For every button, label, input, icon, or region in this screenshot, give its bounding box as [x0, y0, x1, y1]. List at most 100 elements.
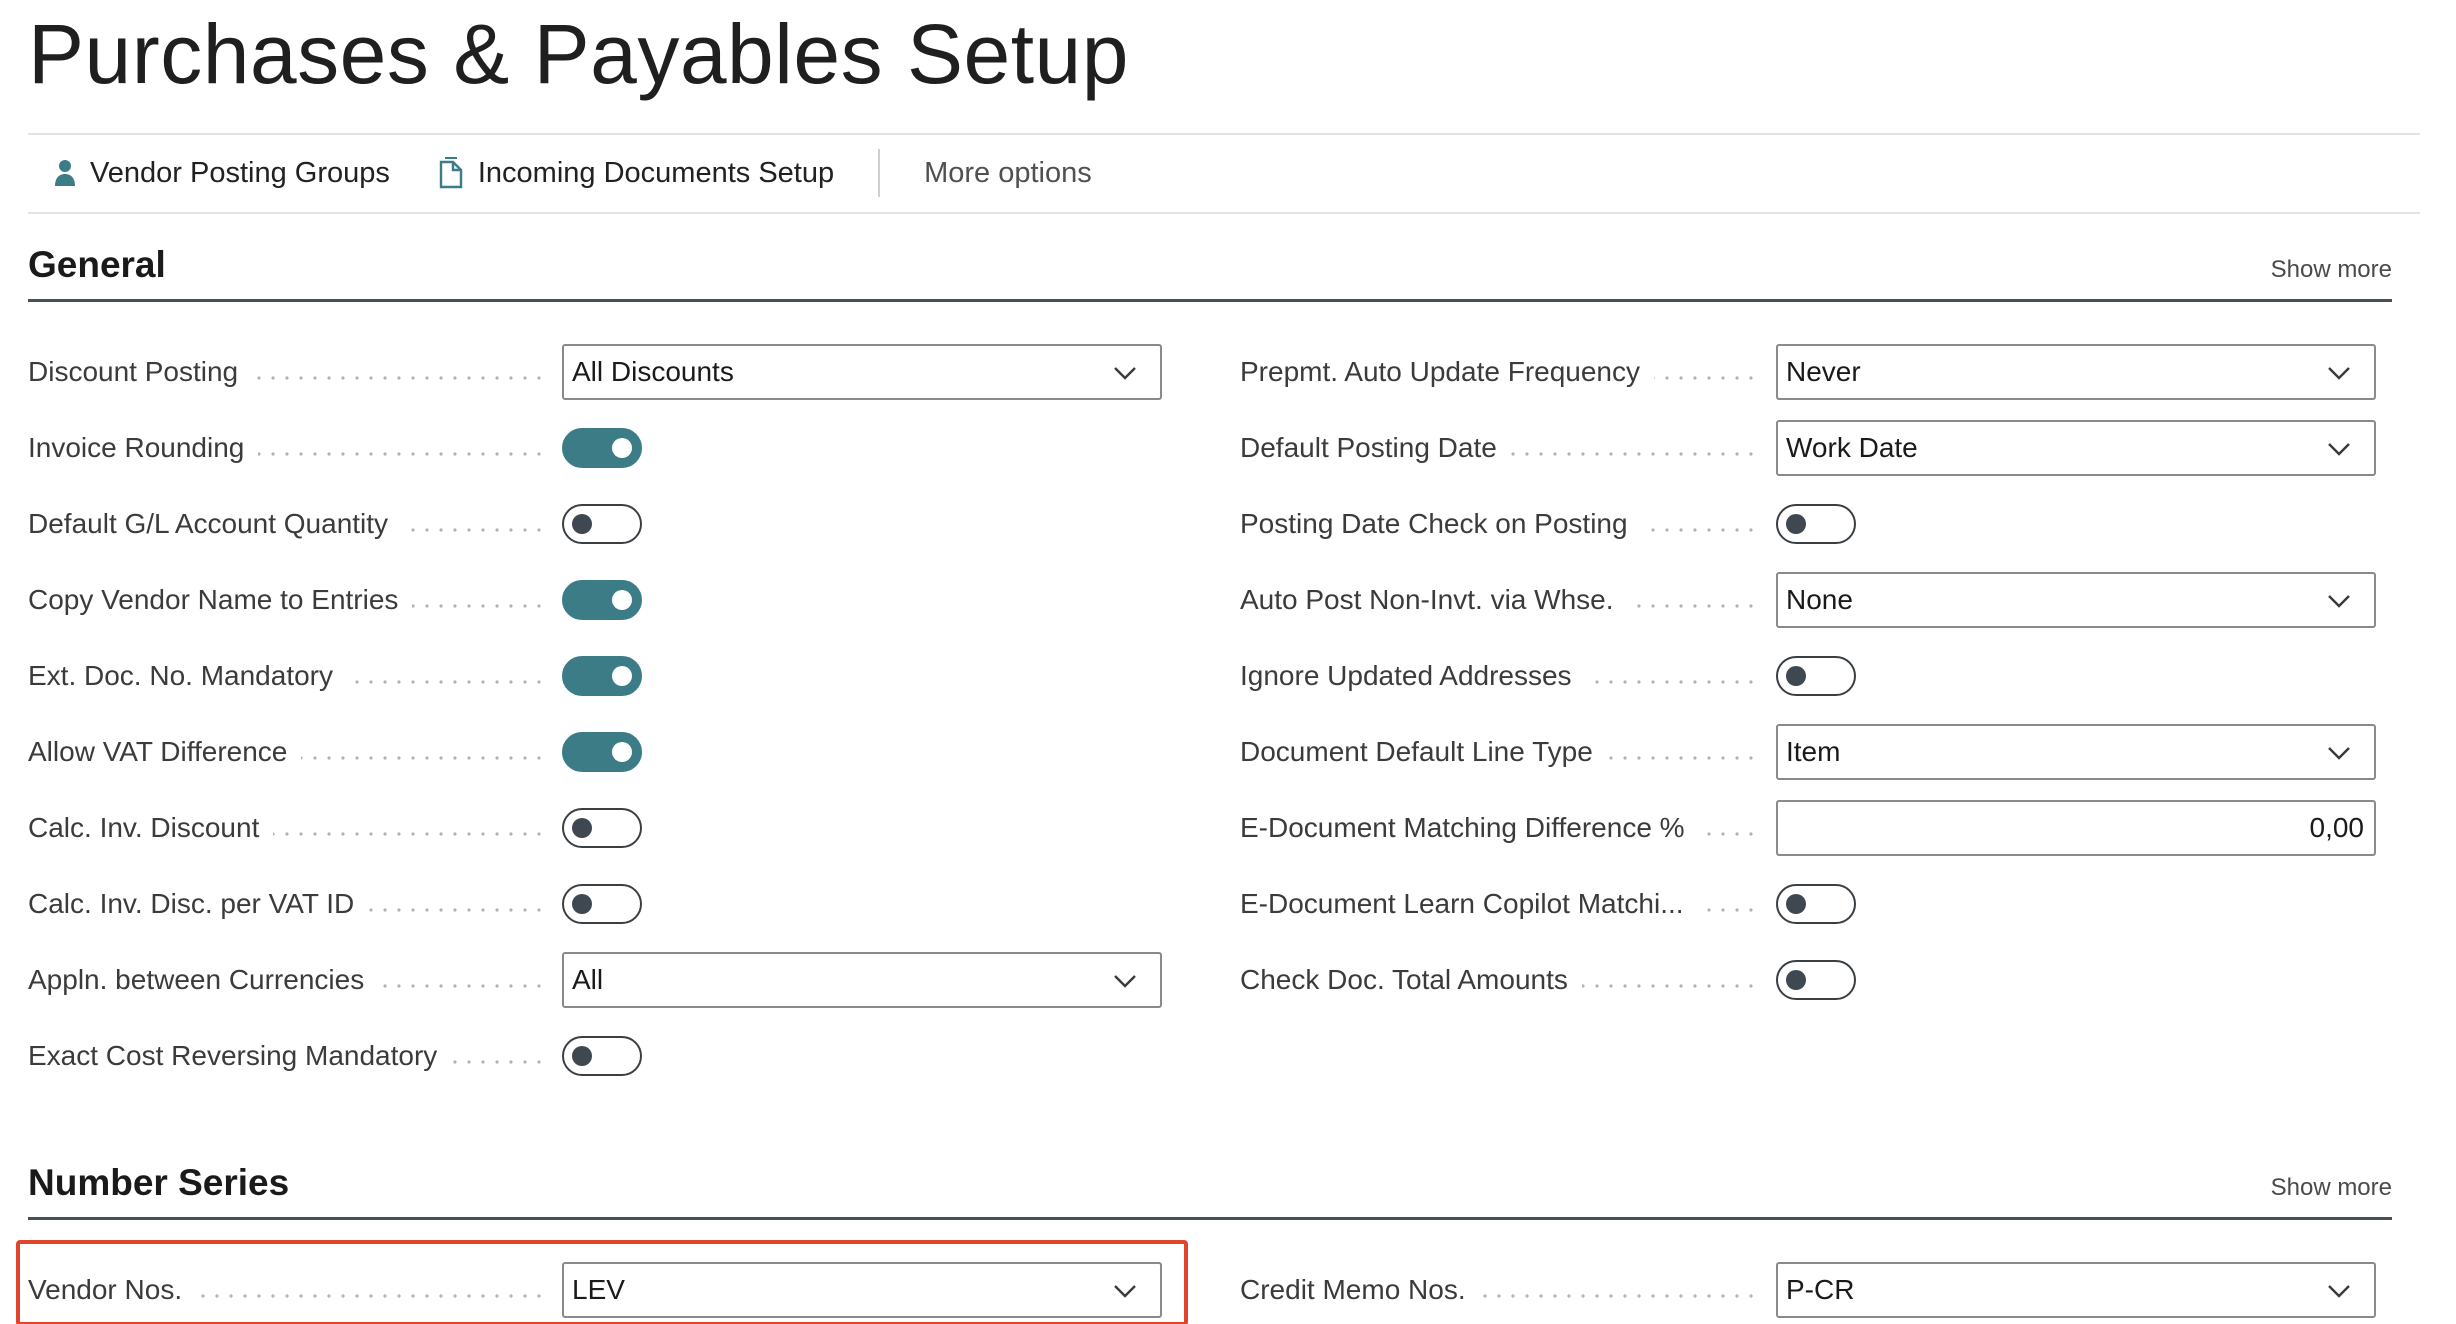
- field-label-discount-posting: Discount Posting: [28, 344, 253, 400]
- field-ignore-updated-addresses: Ignore Updated Addresses: [1240, 648, 2376, 704]
- default-posting-date-select[interactable]: Work Date: [1776, 420, 2376, 476]
- document-icon: [438, 157, 464, 189]
- field-label-e-document-matching-difference: E-Document Matching Difference %: [1240, 800, 1699, 856]
- field-discount-posting: Discount Posting All Discounts: [28, 344, 1162, 400]
- field-label-text: Ignore Updated Addresses: [1240, 660, 1586, 692]
- action-separator: [878, 149, 881, 197]
- posting-date-check-on-posting-toggle[interactable]: [1776, 504, 1856, 544]
- field-label-text: Copy Vendor Name to Entries: [28, 584, 413, 616]
- field-label-allow-vat-difference: Allow VAT Difference: [28, 724, 302, 780]
- general-show-more-link[interactable]: Show more: [2271, 256, 2392, 284]
- more-options-button[interactable]: More options: [900, 134, 1116, 212]
- field-exact-cost-reversing-mandatory: Exact Cost Reversing Mandatory: [28, 1028, 1162, 1084]
- field-label-text: Invoice Rounding: [28, 432, 259, 464]
- field-default-posting-date: Default Posting Date Work Date: [1240, 420, 2376, 476]
- copy-vendor-name-to-entries-toggle[interactable]: [562, 580, 642, 620]
- auto-post-non-invt-via-whse-select[interactable]: None: [1776, 572, 2376, 628]
- toggle-knob: [572, 894, 592, 914]
- ignore-updated-addresses-toggle[interactable]: [1776, 656, 1856, 696]
- field-label-text: Default G/L Account Quantity: [28, 508, 403, 540]
- field-invoice-rounding: Invoice Rounding: [28, 420, 1162, 476]
- field-label-text: Vendor Nos.: [28, 1274, 197, 1306]
- field-label-text: Calc. Inv. Discount: [28, 812, 274, 844]
- document-default-line-type-select[interactable]: Item: [1776, 724, 2376, 780]
- appln-between-currencies-select[interactable]: All: [562, 952, 1162, 1008]
- field-auto-post-non-invt-via-whse: Auto Post Non-Invt. via Whse. None: [1240, 572, 2376, 628]
- field-label-credit-memo-nos: Credit Memo Nos.: [1240, 1262, 1480, 1318]
- ext-doc-no-mandatory-toggle[interactable]: [562, 656, 642, 696]
- toggle-knob: [1786, 666, 1806, 686]
- field-credit-memo-nos: Credit Memo Nos. P-CR: [1240, 1262, 2376, 1318]
- default-posting-date-value: Work Date: [1786, 432, 1918, 463]
- field-label-text: E-Document Matching Difference %: [1240, 812, 1699, 844]
- credit-memo-nos-select[interactable]: P-CR: [1776, 1262, 2376, 1318]
- field-label-calc-inv-discount: Calc. Inv. Discount: [28, 800, 274, 856]
- toggle-knob: [572, 1046, 592, 1066]
- field-label-exact-cost-reversing-mandatory: Exact Cost Reversing Mandatory: [28, 1028, 452, 1084]
- field-label-auto-post-non-invt-via-whse: Auto Post Non-Invt. via Whse.: [1240, 572, 1628, 628]
- field-appln-between-currencies: Appln. between Currencies All: [28, 952, 1162, 1008]
- incoming-documents-setup-action[interactable]: Incoming Documents Setup: [414, 134, 858, 212]
- field-label-text: Exact Cost Reversing Mandatory: [28, 1040, 452, 1072]
- toggle-knob: [612, 666, 632, 686]
- vendor-posting-groups-action[interactable]: Vendor Posting Groups: [28, 134, 414, 212]
- vendor-posting-groups-label: Vendor Posting Groups: [90, 156, 390, 189]
- toggle-knob: [572, 514, 592, 534]
- field-allow-vat-difference: Allow VAT Difference: [28, 724, 1162, 780]
- toggle-knob: [612, 742, 632, 762]
- vendor-nos-select[interactable]: LEV: [562, 1262, 1162, 1318]
- invoice-rounding-toggle[interactable]: [562, 428, 642, 468]
- general-section-header: General Show more: [28, 240, 2392, 302]
- field-label-text: Document Default Line Type: [1240, 736, 1607, 768]
- field-calc-inv-disc-per-vat-id: Calc. Inv. Disc. per VAT ID: [28, 876, 1162, 932]
- incoming-documents-setup-label: Incoming Documents Setup: [477, 156, 835, 189]
- field-label-text: Posting Date Check on Posting: [1240, 508, 1642, 540]
- field-label-text: Allow VAT Difference: [28, 736, 302, 768]
- chevron-down-icon: [1112, 968, 1138, 994]
- field-label-default-posting-date: Default Posting Date: [1240, 420, 1511, 476]
- field-label-vendor-nos: Vendor Nos.: [28, 1262, 197, 1318]
- field-copy-vendor-name-to-entries: Copy Vendor Name to Entries: [28, 572, 1162, 628]
- field-label-ignore-updated-addresses: Ignore Updated Addresses: [1240, 648, 1586, 704]
- chevron-down-icon: [1112, 360, 1138, 386]
- field-label-text: Appln. between Currencies: [28, 964, 379, 996]
- field-calc-inv-discount: Calc. Inv. Discount: [28, 800, 1162, 856]
- chevron-down-icon: [2326, 360, 2352, 386]
- vendor-nos-value: LEV: [572, 1274, 625, 1305]
- field-label-prepmt-auto-update-frequency: Prepmt. Auto Update Frequency: [1240, 344, 1654, 400]
- page-title: Purchases & Payables Setup: [28, 7, 1129, 101]
- number-series-show-more-link[interactable]: Show more: [2271, 1174, 2392, 1202]
- check-doc-total-amounts-toggle[interactable]: [1776, 960, 1856, 1000]
- field-document-default-line-type: Document Default Line Type Item: [1240, 724, 2376, 780]
- general-section-title: General: [28, 244, 166, 285]
- field-label-ext-doc-no-mandatory: Ext. Doc. No. Mandatory: [28, 648, 348, 704]
- field-label-copy-vendor-name-to-entries: Copy Vendor Name to Entries: [28, 572, 413, 628]
- field-label-posting-date-check-on-posting: Posting Date Check on Posting: [1240, 496, 1642, 552]
- field-label-text: Ext. Doc. No. Mandatory: [28, 660, 348, 692]
- chevron-down-icon: [2326, 588, 2352, 614]
- calc-inv-discount-toggle[interactable]: [562, 808, 642, 848]
- calc-inv-disc-per-vat-id-toggle[interactable]: [562, 884, 642, 924]
- allow-vat-difference-toggle[interactable]: [562, 732, 642, 772]
- toggle-knob: [1786, 970, 1806, 990]
- field-label-calc-inv-disc-per-vat-id: Calc. Inv. Disc. per VAT ID: [28, 876, 369, 932]
- field-label-text: Default Posting Date: [1240, 432, 1511, 464]
- field-label-text: Check Doc. Total Amounts: [1240, 964, 1582, 996]
- exact-cost-reversing-mandatory-toggle[interactable]: [562, 1036, 642, 1076]
- prepmt-auto-update-frequency-value: Never: [1786, 356, 1861, 387]
- auto-post-non-invt-via-whse-value: None: [1786, 584, 1853, 615]
- e-document-matching-difference-input[interactable]: 0,00: [1776, 800, 2376, 856]
- field-label-text: E-Document Learn Copilot Matchi...: [1240, 888, 1698, 920]
- discount-posting-select[interactable]: All Discounts: [562, 344, 1162, 400]
- field-label-check-doc-total-amounts: Check Doc. Total Amounts: [1240, 952, 1582, 1008]
- toggle-knob: [1786, 514, 1806, 534]
- chevron-down-icon: [1112, 1278, 1138, 1304]
- field-label-text: Discount Posting: [28, 356, 253, 388]
- field-label-text: Credit Memo Nos.: [1240, 1274, 1480, 1306]
- prepmt-auto-update-frequency-select[interactable]: Never: [1776, 344, 2376, 400]
- document-default-line-type-value: Item: [1786, 736, 1841, 767]
- number-series-section-title: Number Series: [28, 1162, 290, 1203]
- default-g-l-account-quantity-toggle[interactable]: [562, 504, 642, 544]
- e-document-learn-copilot-matchi-toggle[interactable]: [1776, 884, 1856, 924]
- field-ext-doc-no-mandatory: Ext. Doc. No. Mandatory: [28, 648, 1162, 704]
